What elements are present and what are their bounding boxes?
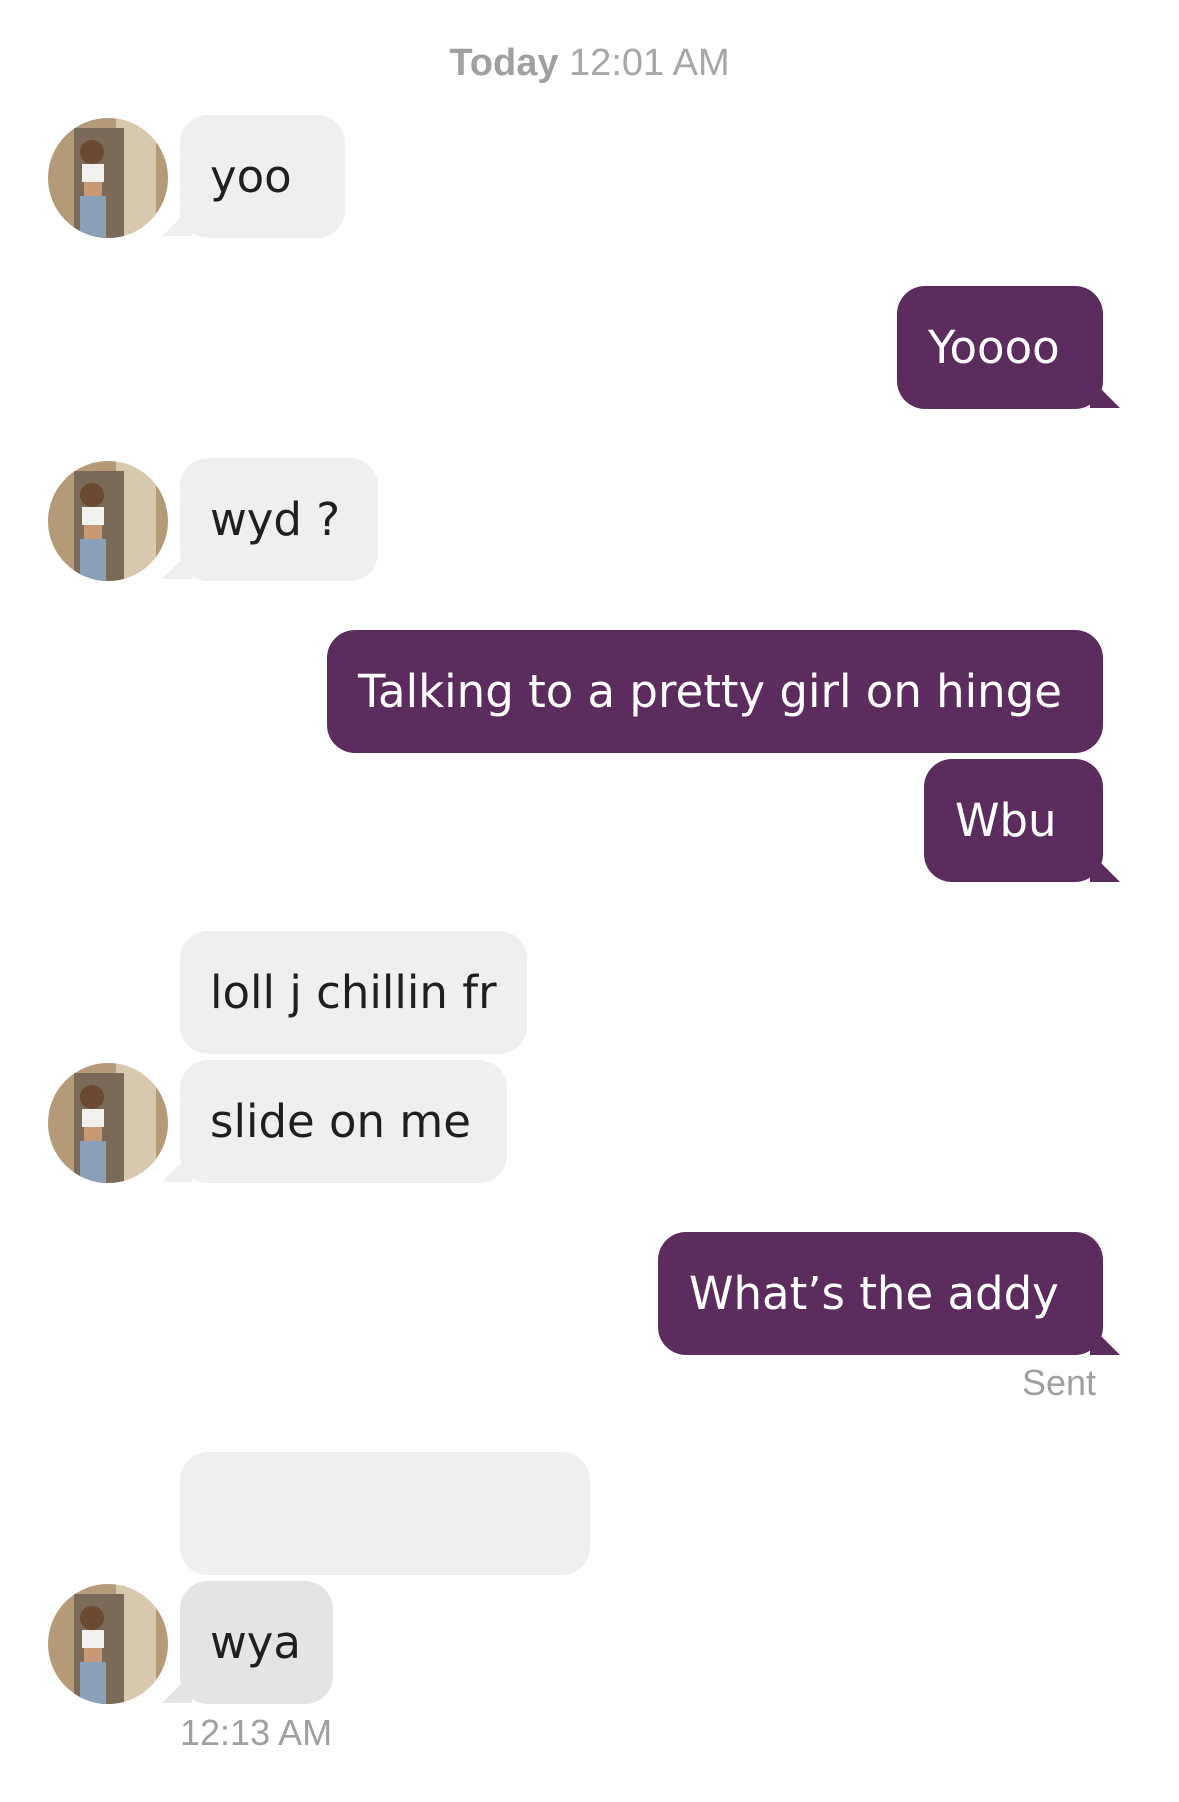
message-text: loll j chillin fr (210, 966, 497, 1019)
message-text: Wbu (955, 794, 1057, 847)
message-bubble-outgoing[interactable]: Wbu (924, 759, 1103, 882)
message-bubble-incoming[interactable]: wyd ? (180, 458, 378, 581)
message-text: yoo (210, 150, 292, 203)
timestamp-day: Today (449, 42, 559, 84)
message-text: wyd ? (210, 493, 341, 546)
conversation-timestamp: Today 12:01 AM (0, 42, 1179, 85)
message-bubble-outgoing[interactable]: What’s the addy (658, 1232, 1103, 1355)
message-bubble-outgoing[interactable]: Talking to a pretty girl on hinge (327, 630, 1103, 753)
delivery-status: Sent (1022, 1362, 1097, 1403)
contact-avatar[interactable] (48, 118, 168, 238)
message-text: Yoooo (928, 321, 1060, 374)
redacted-message (180, 1452, 590, 1575)
message-text: slide on me (210, 1095, 471, 1148)
contact-avatar[interactable] (48, 1584, 168, 1704)
timestamp-time: 12:01 AM (569, 42, 730, 84)
message-bubble-incoming[interactable]: slide on me (180, 1060, 507, 1183)
message-bubble-incoming[interactable]: wya (180, 1581, 333, 1704)
message-timestamp: 12:13 AM (180, 1712, 333, 1753)
message-text: wya (210, 1616, 302, 1669)
message-bubble-outgoing[interactable]: Yoooo (897, 286, 1103, 409)
message-text: What’s the addy (689, 1267, 1059, 1320)
contact-avatar[interactable] (48, 461, 168, 581)
message-text: Talking to a pretty girl on hinge (358, 665, 1062, 718)
message-bubble-incoming[interactable]: loll j chillin fr (180, 931, 527, 1054)
message-bubble-incoming[interactable]: yoo (180, 115, 345, 238)
contact-avatar[interactable] (48, 1063, 168, 1183)
